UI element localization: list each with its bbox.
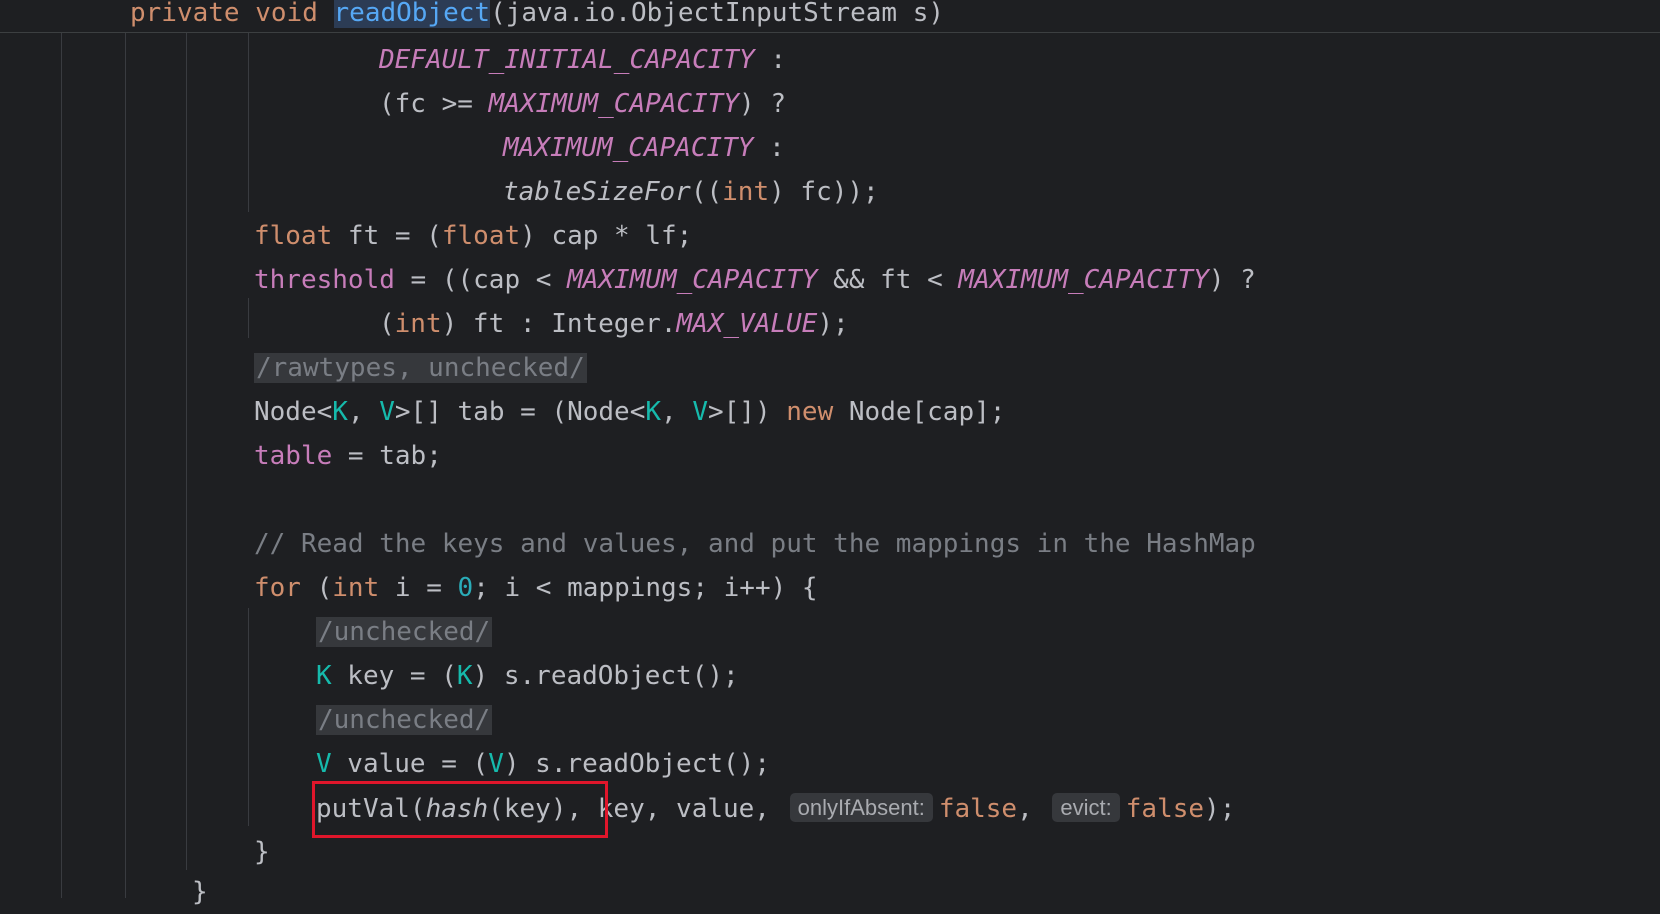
indent-guide [186, 32, 187, 870]
code-text: ); [1204, 794, 1236, 824]
type-parameter: V [488, 749, 504, 779]
code-line[interactable]: DEFAULT_INITIAL_CAPACITY : [379, 38, 786, 82]
code-text: : [754, 45, 786, 75]
indent-guide [125, 32, 126, 898]
code-text: ) ? [739, 89, 786, 119]
constant: MAX_VALUE [676, 309, 818, 339]
code-text: Node[cap]; [833, 397, 1006, 427]
method-signature[interactable]: private void readObject(java.io.ObjectIn… [130, 0, 944, 28]
code-text: >[] tab = (Node< [394, 397, 646, 427]
parameter-hint: evict: [1052, 793, 1120, 822]
code-line[interactable]: /unchecked/ [316, 698, 493, 742]
code-line[interactable]: tableSizeFor((int) fc)); [503, 170, 879, 214]
code-line[interactable]: Node<K, V>[] tab = (Node<K, V>[]) new No… [254, 390, 1005, 434]
code-text: ( [300, 573, 333, 603]
constant: DEFAULT_INITIAL_CAPACITY [379, 45, 755, 75]
code-editor[interactable]: DEFAULT_INITIAL_CAPACITY : (fc >= MAXIMU… [0, 0, 1660, 907]
code-text: Node< [254, 397, 333, 427]
code-line[interactable]: for (int i = 0; i < mappings; i++) { [254, 566, 818, 610]
code-text: : [753, 133, 785, 163]
code-text: = ((cap < [394, 265, 568, 295]
code-line[interactable]: (int) ft : Integer.MAX_VALUE); [379, 302, 849, 346]
indent-guide [248, 298, 249, 338]
closing-brace: } [254, 837, 270, 867]
keyword: private [130, 0, 240, 28]
type-parameter: K [316, 661, 332, 691]
suppress-warnings-fold[interactable]: /unchecked/ [316, 617, 493, 647]
code-text: ) ft : Integer. [441, 309, 677, 339]
type-parameter: K [456, 661, 473, 691]
keyword: float [441, 221, 521, 251]
code-line[interactable]: MAXIMUM_CAPACITY : [503, 126, 785, 170]
code-text: (( [690, 177, 723, 207]
code-text: (fc >= [379, 89, 489, 119]
method-call: tableSizeFor [503, 177, 691, 207]
code-text: ) ? [1208, 265, 1256, 295]
type-parameter: V [316, 749, 332, 779]
type-parameter: K [645, 397, 662, 427]
keyword: false [938, 794, 1018, 824]
suppress-warnings-fold[interactable]: /unchecked/ [316, 705, 493, 735]
code-line[interactable]: /rawtypes, unchecked/ [254, 346, 587, 390]
code-text: key = ( [331, 661, 457, 691]
code-line[interactable]: (fc >= MAXIMUM_CAPACITY) ? [379, 82, 786, 126]
keyword: for [254, 573, 301, 603]
code-line[interactable]: table = tab; [254, 434, 442, 478]
constant: MAXIMUM_CAPACITY [503, 133, 754, 163]
code-text: , [1017, 794, 1049, 824]
indent-guide [248, 608, 249, 826]
type-parameter: V [379, 397, 395, 427]
code-line[interactable]: // Read the keys and values, and put the… [254, 522, 1256, 566]
code-text: value = ( [331, 749, 489, 779]
highlight-annotation-box [312, 781, 608, 838]
suppress-warnings-fold[interactable]: /rawtypes, unchecked/ [254, 353, 587, 383]
code-text: >[]) [707, 397, 787, 427]
keyword: int [722, 177, 770, 207]
indent-guide [248, 32, 249, 212]
number-literal: 0 [457, 573, 474, 603]
code-line[interactable]: V value = (V) s.readObject(); [316, 742, 770, 786]
code-line[interactable]: threshold = ((cap < MAXIMUM_CAPACITY && … [254, 258, 1256, 302]
code-line[interactable]: K key = (K) s.readObject(); [316, 654, 739, 698]
constant: MAXIMUM_CAPACITY [958, 265, 1209, 295]
code-text: ft = ( [332, 221, 442, 251]
closing-brace: } [192, 877, 208, 907]
keyword: void [255, 0, 318, 28]
keyword: false [1125, 794, 1205, 824]
code-text: , [661, 397, 693, 427]
code-text: , [347, 397, 380, 427]
code-text: ) cap * lf; [520, 221, 693, 251]
type-parameter: V [692, 397, 708, 427]
keyword: int [332, 573, 380, 603]
code-line[interactable]: } [192, 870, 208, 914]
code-comment: // Read the keys and values, and put the… [254, 529, 1256, 559]
constant: MAXIMUM_CAPACITY [488, 89, 740, 119]
sticky-method-header[interactable]: private void readObject(java.io.ObjectIn… [0, 0, 1660, 33]
field-name: threshold [254, 265, 395, 295]
code-line[interactable]: } [254, 830, 270, 874]
code-text: ); [817, 309, 849, 339]
code-text: ) fc)); [769, 177, 879, 207]
code-text: ; i < mappings; i++) { [473, 573, 818, 603]
keyword: int [394, 309, 442, 339]
code-text: ) s.readObject(); [503, 749, 770, 779]
code-text: && ft < [817, 265, 959, 295]
field-name: table [254, 441, 333, 471]
code-text: = tab; [332, 441, 442, 471]
keyword: float [254, 221, 333, 251]
code-text: i = [379, 573, 458, 603]
code-text: ( [379, 309, 395, 339]
code-line[interactable]: float ft = (float) cap * lf; [254, 214, 692, 258]
type-parameter: K [332, 397, 348, 427]
parameter-hint: onlyIfAbsent: [789, 793, 933, 822]
code-line[interactable]: /unchecked/ [316, 610, 493, 654]
keyword: new [786, 397, 834, 427]
method-name[interactable]: readObject [333, 0, 491, 28]
method-params: (java.io.ObjectInputStream s) [490, 0, 945, 28]
constant: MAXIMUM_CAPACITY [567, 265, 818, 295]
indent-guide [61, 32, 62, 898]
code-text: ) s.readObject(); [472, 661, 739, 691]
